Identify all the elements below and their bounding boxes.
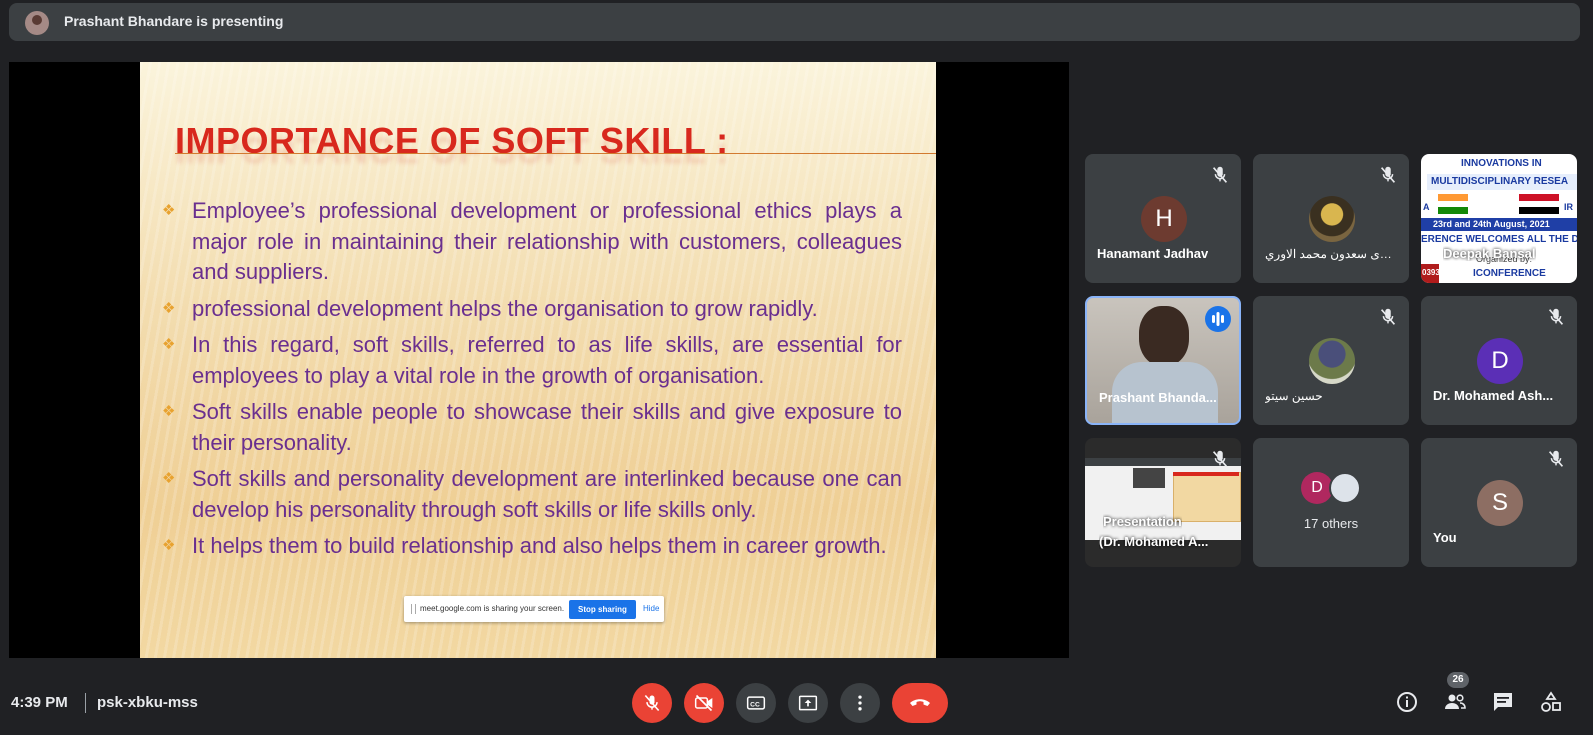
screen-share-notice: meet.google.com is sharing your screen. … <box>404 596 664 622</box>
others-count: 17 others <box>1303 516 1359 531</box>
speaking-indicator-icon <box>1205 306 1231 332</box>
bottom-toolbar: 4:39 PM psk-xbku-mss CC 26 <box>0 672 1593 735</box>
participant-name: بشری سعدون محمد الاوري <box>1265 247 1397 261</box>
participant-avatar <box>1309 338 1355 384</box>
mic-off-icon <box>1548 308 1564 325</box>
end-call-icon <box>910 699 930 706</box>
meeting-code: psk-xbku-mss <box>97 694 198 711</box>
slide-bullet: ❖ professional development helps the orga… <box>162 294 902 325</box>
bullet-icon: ❖ <box>162 299 176 317</box>
slide-title: IMPORTANCE OF SOFT SKILL : <box>175 120 729 161</box>
activities-icon[interactable] <box>1539 690 1563 714</box>
bullet-text: professional development helps the organ… <box>192 295 818 321</box>
participant-tile[interactable]: INNOVATIONS IN MULTIDISCIPLINARY RESEA A… <box>1421 154 1577 283</box>
banner-text: ICONFERENCE <box>1473 268 1546 279</box>
bullet-text: In this regard, soft skills, referred to… <box>192 332 902 388</box>
presentation-stage[interactable]: IMPORTANCE OF SOFT SKILL : ❖ Employee’s p… <box>9 62 1069 658</box>
people-icon[interactable] <box>1443 690 1467 714</box>
slide-bullet: ❖ Employee’s professional development or … <box>162 196 902 288</box>
presenting-banner: Prashant Bhandare is presenting <box>9 3 1580 41</box>
svg-text:CC: CC <box>750 701 760 708</box>
slide-bullet: ❖ Soft skills enable people to showcase t… <box>162 397 902 458</box>
india-flag-icon <box>1438 194 1468 214</box>
banner-text: ERENCE WELCOMES ALL THE DEL <box>1421 234 1577 245</box>
shared-banner-image: INNOVATIONS IN MULTIDISCIPLINARY RESEA A… <box>1421 154 1577 283</box>
leave-call-button[interactable] <box>892 683 948 723</box>
participant-name-line1: Presentation <box>1103 514 1182 529</box>
participant-video <box>1139 306 1189 366</box>
participant-name: Prashant Bhanda... <box>1099 390 1217 405</box>
clock: 4:39 PM <box>11 694 68 711</box>
title-divider <box>175 153 936 154</box>
participant-name: Dr. Mohamed Ash... <box>1433 388 1554 403</box>
participant-name: Hanamant Jadhav <box>1097 246 1209 261</box>
participant-tile[interactable]: حسین سیتو <box>1253 296 1409 425</box>
mic-off-icon <box>1212 166 1228 183</box>
bullet-text: Soft skills and personality development … <box>192 466 902 522</box>
banner-text: 0393 <box>1422 268 1440 277</box>
bullet-icon: ❖ <box>162 202 176 219</box>
participant-name: You <box>1433 530 1457 545</box>
mic-off-icon <box>1548 450 1564 467</box>
self-tile[interactable]: S You <box>1421 438 1577 567</box>
presenting-text: Prashant Bhandare is presenting <box>64 13 284 29</box>
bullet-icon: ❖ <box>162 403 176 420</box>
mic-off-icon <box>1380 308 1396 325</box>
slide-bullet: ❖ In this regard, soft skills, referred t… <box>162 330 902 391</box>
others-avatar-photo <box>1329 472 1361 504</box>
mic-off-icon <box>1212 450 1228 467</box>
share-notice-text: meet.google.com is sharing your screen. <box>420 604 565 613</box>
camera-off-icon <box>694 694 713 712</box>
participant-tile-speaking[interactable]: Prashant Bhanda... <box>1085 296 1241 425</box>
iraq-flag-icon <box>1519 194 1559 214</box>
more-options-button[interactable] <box>840 683 880 723</box>
bullet-icon: ❖ <box>162 470 176 487</box>
participant-avatar: H <box>1141 196 1187 242</box>
present-screen-button[interactable] <box>788 683 828 723</box>
more-vert-icon <box>858 695 862 711</box>
hide-notice-link[interactable]: Hide <box>643 604 659 613</box>
banner-text: 23rd and 24th August, 2021 <box>1433 219 1550 229</box>
bullet-text: Soft skills enable people to showcase th… <box>192 399 902 455</box>
participant-name: حسین سیتو <box>1265 389 1323 403</box>
participant-count-badge: 26 <box>1447 672 1469 688</box>
slide-bullet: ❖ It helps them to build relationship and… <box>162 531 902 562</box>
participant-tile[interactable]: D Dr. Mohamed Ash... <box>1421 296 1577 425</box>
banner-text: INNOVATIONS IN <box>1461 158 1542 169</box>
divider <box>85 693 86 713</box>
participant-avatar: D <box>1477 338 1523 384</box>
participant-avatar <box>1309 196 1355 242</box>
participant-tile[interactable]: H Hanamant Jadhav <box>1085 154 1241 283</box>
participant-tile-presentation[interactable]: Presentation (Dr. Mohamed A... <box>1085 438 1241 567</box>
present-icon <box>798 695 818 711</box>
presentation-slide: IMPORTANCE OF SOFT SKILL : ❖ Employee’s p… <box>140 62 936 658</box>
presenter-avatar <box>25 11 49 35</box>
slide-bullet-list: ❖ Employee’s professional development or … <box>162 196 902 568</box>
bullet-text: It helps them to build relationship and … <box>192 533 887 558</box>
meeting-details-icon[interactable] <box>1395 690 1419 714</box>
captions-icon: CC <box>746 696 766 710</box>
microphone-toggle-button[interactable] <box>632 683 672 723</box>
chat-icon[interactable] <box>1491 690 1515 714</box>
mic-off-icon <box>1380 166 1396 183</box>
drag-handle-icon[interactable] <box>411 604 416 614</box>
others-tile[interactable]: D 17 others <box>1253 438 1409 567</box>
participant-name-line2: (Dr. Mohamed A... <box>1099 534 1209 549</box>
banner-text: IR <box>1564 202 1573 212</box>
participant-tile[interactable]: بشری سعدون محمد الاوري <box>1253 154 1409 283</box>
banner-text: A <box>1423 202 1430 212</box>
bullet-text: Employee’s professional development or p… <box>192 198 902 284</box>
mic-off-icon <box>644 694 660 712</box>
bullet-icon: ❖ <box>162 537 176 554</box>
participant-avatar: S <box>1477 480 1523 526</box>
banner-text: MULTIDISCIPLINARY RESEA <box>1431 176 1569 187</box>
stop-sharing-button[interactable]: Stop sharing <box>569 600 636 619</box>
bullet-icon: ❖ <box>162 336 176 353</box>
slide-bullet: ❖ Soft skills and personality development… <box>162 464 902 525</box>
captions-button[interactable]: CC <box>736 683 776 723</box>
camera-toggle-button[interactable] <box>684 683 724 723</box>
participant-name: Deepak Bansal <box>1443 246 1536 261</box>
